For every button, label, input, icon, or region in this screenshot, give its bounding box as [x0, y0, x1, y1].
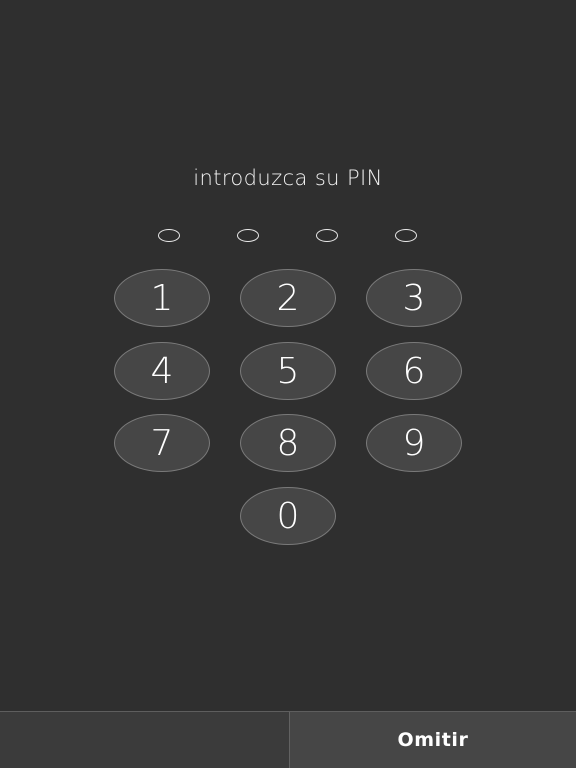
- key-7[interactable]: 7: [114, 414, 210, 472]
- key-label: 9: [402, 423, 426, 464]
- pin-dot-2: [237, 229, 259, 242]
- key-label: 3: [402, 278, 426, 319]
- bottom-bar-empty-slot: [0, 712, 289, 768]
- key-2[interactable]: 2: [240, 269, 336, 327]
- key-1[interactable]: 1: [114, 269, 210, 327]
- key-label: 5: [276, 351, 300, 392]
- pin-dot-4: [395, 229, 417, 242]
- key-9[interactable]: 9: [366, 414, 462, 472]
- key-3[interactable]: 3: [366, 269, 462, 327]
- key-label: 8: [276, 423, 300, 464]
- key-5[interactable]: 5: [240, 342, 336, 400]
- key-label: 1: [150, 278, 174, 319]
- pin-indicator: [0, 229, 576, 245]
- skip-button[interactable]: Omitir: [290, 712, 576, 768]
- pin-prompt: introduzca su PIN: [193, 166, 383, 190]
- key-4[interactable]: 4: [114, 342, 210, 400]
- bottom-bar: Omitir: [0, 711, 576, 768]
- key-6[interactable]: 6: [366, 342, 462, 400]
- pin-entry-screen: introduzca su PIN 1 2 3 4 5 6 7 8 9 0 Om…: [0, 0, 576, 768]
- pin-dot-3: [316, 229, 338, 242]
- key-0[interactable]: 0: [240, 487, 336, 545]
- key-label: 2: [276, 278, 300, 319]
- key-label: 4: [150, 351, 174, 392]
- key-8[interactable]: 8: [240, 414, 336, 472]
- key-label: 7: [150, 423, 174, 464]
- key-label: 0: [276, 496, 300, 537]
- key-label: 6: [402, 351, 426, 392]
- pin-dot-1: [158, 229, 180, 242]
